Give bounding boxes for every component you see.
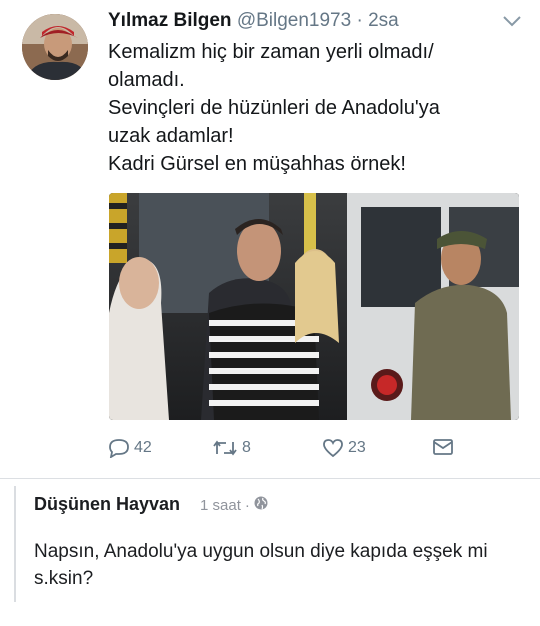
tweet-text: Kemalizm hiç bir zaman yerli olmadı/ ola…: [108, 38, 528, 178]
comment-time[interactable]: 1 saat: [200, 497, 241, 514]
comment-text: Napsın, Anadolu'ya uygun olsun diye kapı…: [34, 541, 488, 589]
comment-author[interactable]: Düşünen Hayvan: [34, 494, 180, 515]
comment-separator: ·: [244, 496, 250, 514]
retweet-count: 8: [242, 439, 251, 456]
comment: Düşünen Hayvan 1 saat · Napsın, Anadolu'…: [14, 486, 526, 602]
reply-count: 42: [134, 439, 152, 456]
tweet-photo[interactable]: [109, 193, 519, 420]
tweet-text-line: Sevinçleri de hüzünleri de Anadolu'ya: [108, 97, 440, 119]
retweet-action[interactable]: 8: [212, 438, 251, 458]
envelope-icon: [432, 438, 454, 456]
reply-action[interactable]: 42: [108, 438, 152, 458]
message-action[interactable]: [432, 438, 454, 456]
tweet-text-line: Kemalizm hiç bir zaman yerli olmadı/: [108, 41, 434, 63]
tweet-actions: 42 8 23: [108, 438, 518, 464]
post-divider: [0, 478, 540, 479]
tweet-timestamp[interactable]: 2sa: [368, 10, 399, 31]
tweet-text-line: Kadri Gürsel en müşahhas örnek!: [108, 153, 406, 175]
user-avatar[interactable]: [22, 14, 88, 80]
like-count: 23: [348, 439, 366, 456]
reply-icon: [108, 438, 130, 458]
retweet-icon: [212, 438, 238, 458]
display-name[interactable]: Yılmaz Bilgen: [108, 10, 232, 31]
tweet-text-line: olamadı.: [108, 69, 185, 91]
tweet-header: Yılmaz Bilgen @Bilgen1973 · 2sa: [108, 10, 399, 32]
chevron-down-icon[interactable]: [502, 14, 522, 28]
user-handle[interactable]: @Bilgen1973: [237, 10, 351, 31]
globe-icon: [254, 496, 268, 514]
header-separator: ·: [356, 10, 363, 31]
tweet-card: Yılmaz Bilgen @Bilgen1973 · 2sa Kemalizm…: [0, 0, 540, 478]
comment-meta: 1 saat ·: [200, 496, 268, 514]
heart-icon: [322, 438, 344, 458]
like-action[interactable]: 23: [322, 438, 366, 458]
tweet-text-line: uzak adamlar!: [108, 125, 234, 147]
